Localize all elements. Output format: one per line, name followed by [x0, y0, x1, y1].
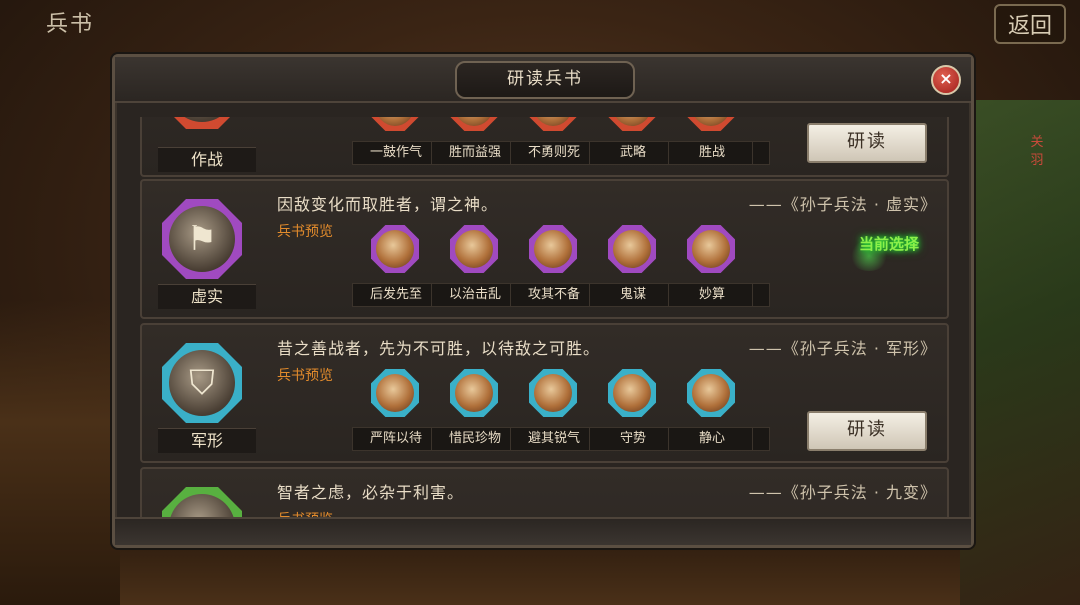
- book-list[interactable]: 作战 一鼓作气 胜而益强 不勇则死 武略 胜战 研读 ⚑ 虚实 因敌变化而取胜者…: [125, 117, 957, 517]
- skill-item[interactable]: 胜而益强: [431, 117, 519, 169]
- close-icon[interactable]: ×: [931, 65, 961, 95]
- skill-name: 严阵以待: [352, 427, 440, 451]
- skill-item[interactable]: 静心: [668, 365, 756, 455]
- skill-list: 一鼓作气 胜而益强 不勇则死 武略 胜战: [352, 117, 790, 171]
- book-card-zuozhan: 作战 一鼓作气 胜而益强 不勇则死 武略 胜战 研读: [140, 117, 949, 177]
- book-source: ——《孙子兵法 · 虚实》: [748, 195, 937, 214]
- skill-name: 鬼谋: [589, 283, 677, 307]
- skill-list: 后发先至 以治击乱 攻其不备 鬼谋 妙算: [352, 221, 790, 313]
- skill-item[interactable]: 守势: [589, 365, 677, 455]
- book-quote: 昔之善战者，先为不可胜，以待敌之可胜。: [277, 339, 601, 358]
- skill-name: 避其锐气: [510, 427, 598, 451]
- book-quote: 因敌变化而取胜者，谓之神。: [277, 195, 499, 214]
- book-emblem-icon: ⛉: [162, 343, 242, 423]
- book-emblem-icon: [162, 117, 242, 129]
- book-preview-label[interactable]: 兵书预览: [277, 221, 333, 241]
- skill-name: 攻其不备: [510, 283, 598, 307]
- dialog-title: 研读兵书: [455, 61, 635, 99]
- back-button[interactable]: 返回: [993, 4, 1066, 44]
- book-emblem-icon: ⚑: [162, 199, 242, 279]
- skill-item[interactable]: 后发先至: [352, 221, 440, 311]
- book-name: 虚实: [158, 284, 256, 309]
- skill-more-stub: [752, 365, 770, 455]
- dialog-footer: [115, 517, 971, 545]
- skill-item[interactable]: 鬼谋: [589, 221, 677, 311]
- skill-more-stub: [752, 117, 770, 169]
- skill-name: 胜战: [668, 141, 756, 165]
- skill-item[interactable]: 妙算: [668, 221, 756, 311]
- skill-more-stub: [752, 221, 770, 311]
- study-book-dialog: 研读兵书 × 作战 一鼓作气 胜而益强 不勇则死 武略 胜战 研读 ⚑ 虚实 因…: [112, 54, 974, 548]
- book-emblem-icon: [162, 487, 242, 517]
- skill-name: 武略: [589, 141, 677, 165]
- background-left: [0, 300, 120, 605]
- skill-name: 以治击乱: [431, 283, 519, 307]
- skill-name: 一鼓作气: [352, 141, 440, 165]
- skill-item[interactable]: 一鼓作气: [352, 117, 440, 169]
- skill-item[interactable]: 胜战: [668, 117, 756, 169]
- skill-item[interactable]: 以治击乱: [431, 221, 519, 311]
- skill-item[interactable]: 避其锐气: [510, 365, 598, 455]
- skill-item[interactable]: 攻其不备: [510, 221, 598, 311]
- skill-name: 守势: [589, 427, 677, 451]
- book-source: ——《孙子兵法 · 军形》: [748, 339, 937, 358]
- book-name: 作战: [158, 147, 256, 172]
- skill-name: 后发先至: [352, 283, 440, 307]
- skill-item[interactable]: 严阵以待: [352, 365, 440, 455]
- book-card-jiubian: 智者之虑，必杂于利害。 ——《孙子兵法 · 九变》 兵书预览: [140, 467, 949, 517]
- skill-name: 妙算: [668, 283, 756, 307]
- study-button[interactable]: 研读: [807, 411, 927, 451]
- book-card-junxing: ⛉ 军形 昔之善战者，先为不可胜，以待敌之可胜。 ——《孙子兵法 · 军形》 兵…: [140, 323, 949, 463]
- skill-item[interactable]: 武略: [589, 117, 677, 169]
- screen-title: 兵书: [46, 12, 95, 37]
- current-selection-badge: 当前选择: [858, 235, 919, 253]
- book-quote: 智者之虑，必杂于利害。: [277, 483, 465, 502]
- skill-name: 静心: [668, 427, 756, 451]
- book-preview-label[interactable]: 兵书预览: [277, 365, 333, 385]
- study-button[interactable]: 研读: [807, 123, 927, 163]
- book-source: ——《孙子兵法 · 九变》: [748, 483, 937, 502]
- dialog-header: 研读兵书 ×: [115, 57, 971, 103]
- background-right: [960, 100, 1080, 605]
- skill-name: 不勇则死: [510, 141, 598, 165]
- book-preview-label[interactable]: 兵书预览: [277, 509, 333, 517]
- skill-name: 惜民珍物: [431, 427, 519, 451]
- skill-list: 严阵以待 惜民珍物 避其锐气 守势 静心: [352, 365, 790, 457]
- skill-item[interactable]: 不勇则死: [510, 117, 598, 169]
- skill-name: 胜而益强: [431, 141, 519, 165]
- book-card-xushi: ⚑ 虚实 因敌变化而取胜者，谓之神。 ——《孙子兵法 · 虚实》 兵书预览 后发…: [140, 179, 949, 319]
- hero-name-tag: 关羽: [1030, 135, 1044, 168]
- book-name: 军形: [158, 428, 256, 453]
- skill-item[interactable]: 惜民珍物: [431, 365, 519, 455]
